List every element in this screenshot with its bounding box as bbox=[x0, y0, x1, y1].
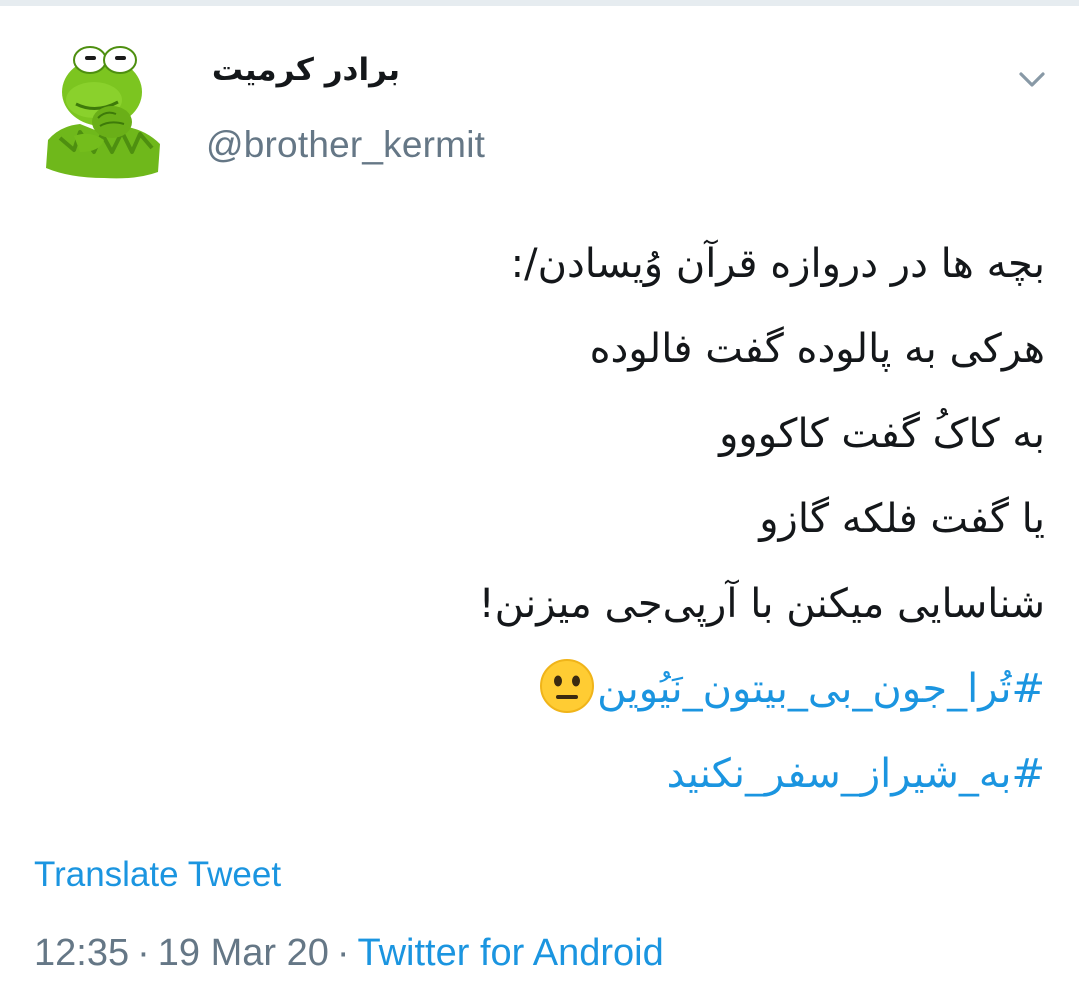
tweet-date[interactable]: 19 Mar 20 bbox=[158, 932, 329, 974]
tweet-text-line: شناسایی میکنن با آرپی‌جی میزنن! bbox=[478, 581, 1045, 627]
kermit-frog-avatar[interactable] bbox=[40, 40, 168, 180]
hashtag-line: #به_شیراز_سفر_نکنید bbox=[35, 732, 1045, 817]
neutral-face-emoji bbox=[539, 658, 595, 714]
translate-tweet-link[interactable]: Translate Tweet bbox=[34, 855, 281, 895]
tweet-source-link[interactable]: Twitter for Android bbox=[358, 932, 664, 974]
chevron-down-icon[interactable] bbox=[1014, 66, 1050, 92]
user-handle[interactable]: @brother_kermit bbox=[206, 124, 485, 166]
display-name[interactable]: برادر کرمیت bbox=[190, 52, 400, 88]
tweet-time[interactable]: 12:35 bbox=[34, 932, 129, 974]
hashtag-link[interactable]: #تُرا_جون_بی_بیتون_نَیُوین bbox=[597, 666, 1045, 712]
top-divider bbox=[0, 0, 1079, 6]
hashtag-line: #تُرا_جون_بی_بیتون_نَیُوین bbox=[35, 647, 1045, 732]
tweet-metadata: 12:35 · 19 Mar 20 · Twitter for Android bbox=[34, 932, 664, 975]
tweet-text-line: یا گفت فلکه گازو bbox=[759, 496, 1045, 542]
tweet-text: بچه ها در دروازه قرآن وُیسادن/: هرکی به … bbox=[35, 222, 1045, 817]
meta-separator: · bbox=[137, 932, 150, 974]
meta-separator: · bbox=[336, 932, 350, 974]
hashtag-link[interactable]: #به_شیراز_سفر_نکنید bbox=[667, 751, 1045, 797]
tweet-text-line: هرکی به پالوده گفت فالوده bbox=[589, 326, 1045, 372]
tweet-text-line: به کاکُ گفت کاکووو bbox=[719, 411, 1045, 457]
tweet-text-line: بچه ها در دروازه قرآن وُیسادن/: bbox=[510, 241, 1045, 287]
